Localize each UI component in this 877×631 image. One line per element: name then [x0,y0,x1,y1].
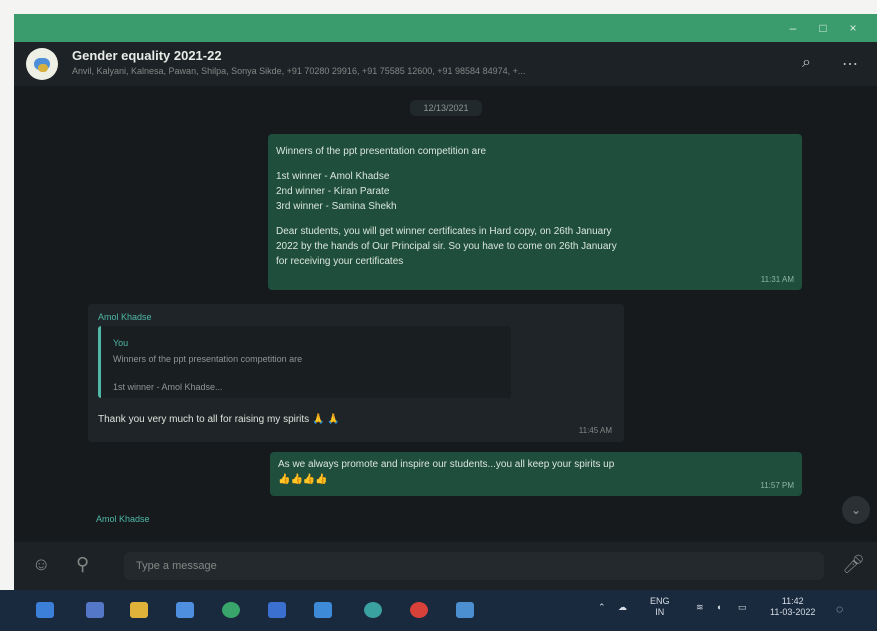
window-titlebar: – □ × [14,14,877,42]
clock-time: 11:42 [781,596,804,606]
emoji-folded-hands: 🙏 🙏 [311,414,340,425]
scroll-down-button[interactable]: ⌄ [842,496,870,524]
typing-sender-name: Amol Khadse [96,514,150,524]
emoji-icon[interactable]: ☺ [32,554,50,575]
whatsapp-icon[interactable] [222,602,240,618]
message-line: for receiving your certificates [276,256,404,267]
message-line: Winners of the ppt presentation competit… [276,146,487,157]
language-code: ENG [650,596,670,606]
message-body: Thank you very much to all for raising m… [98,414,310,425]
message-line: Dear students, you will get winner certi… [276,226,612,237]
language-indicator[interactable]: ENG IN [650,596,670,618]
close-button[interactable]: × [838,14,868,42]
message-composer: ☺ ⚲ Type a message 🎤︎ [14,542,877,590]
message-line: 2022 by the hands of Our Principal sir. … [276,241,617,252]
volume-icon[interactable]: ◖ [716,602,721,612]
clock[interactable]: 11:42 11-03-2022 [770,596,815,618]
word-icon[interactable] [268,602,286,618]
message-time: 11:57 PM [760,481,794,490]
tray-chevron-icon[interactable]: ⌃ [598,602,606,613]
clock-date: 11-03-2022 [770,607,816,617]
message-time: 11:45 AM [578,426,612,435]
browser-icon[interactable] [364,602,382,618]
chat-app-icon[interactable] [86,602,104,618]
tray-cloud-icon[interactable]: ☁ [618,602,627,613]
windows-taskbar: ⌃ ☁ ENG IN ≋ ◖ ▭ 11:42 11-03-2022 ◌ [0,590,877,631]
message-line: 2nd winner - Kiran Parate [276,186,390,197]
dropbox-icon[interactable] [314,602,332,618]
maximize-button[interactable]: □ [808,14,838,42]
message-time: 11:31 AM [760,275,794,284]
screen: – □ × Gender equality 2021-22 Anvil, Kal… [0,0,877,631]
message-bubble-incoming[interactable]: Amol Khadse You Winners of the ppt prese… [88,304,624,442]
attach-icon[interactable]: ⚲ [76,554,89,575]
quote-line: 1st winner - Amol Khadse... [113,382,223,392]
start-icon[interactable] [36,602,54,618]
emoji-thumbs-up: 👍👍👍👍 [278,474,328,485]
quoted-message[interactable]: You Winners of the ppt presentation comp… [98,326,511,398]
avatar-logo-accent [38,64,48,72]
region-code: IN [655,607,665,617]
message-line: 3rd winner - Samina Shekh [276,201,397,212]
message-text: As we always promote and inspire our stu… [278,457,614,487]
search-icon[interactable]: ⌕ [802,54,811,72]
message-bubble-outgoing[interactable]: Winners of the ppt presentation competit… [268,134,802,290]
message-line: 1st winner - Amol Khadse [276,171,390,182]
group-avatar[interactable] [26,48,58,80]
message-input[interactable]: Type a message [124,552,824,580]
date-chip: 12/13/2021 [410,100,482,116]
mic-icon[interactable]: 🎤︎ [842,554,865,575]
wifi-icon[interactable]: ≋ [696,602,704,613]
participants-list: Anvil, Kalyani, Kalnesa, Pawan, Shilpa, … [72,66,526,76]
store-icon[interactable] [176,602,194,618]
message-body: As we always promote and inspire our stu… [278,459,615,470]
photos-icon[interactable] [456,602,474,618]
chat-header[interactable]: Gender equality 2021-22 Anvil, Kalyani, … [14,42,877,86]
minimize-button[interactable]: – [778,14,808,42]
message-text: Thank you very much to all for raising m… [98,412,340,427]
quote-line: Winners of the ppt presentation competit… [113,354,303,364]
message-bubble-outgoing[interactable]: As we always promote and inspire our stu… [270,452,802,496]
media-app-icon[interactable] [410,602,428,618]
sender-name: Amol Khadse [98,312,152,322]
whatsapp-window: Gender equality 2021-22 Anvil, Kalyani, … [14,42,877,590]
file-explorer-icon[interactable] [130,602,148,618]
more-icon[interactable]: ⋯ [842,54,858,74]
group-name[interactable]: Gender equality 2021-22 [72,48,222,63]
message-text: Winners of the ppt presentation competit… [276,144,617,269]
quote-author: You [113,338,129,348]
battery-icon[interactable]: ▭ [738,602,747,613]
notification-icon[interactable]: ◌ [836,602,843,616]
